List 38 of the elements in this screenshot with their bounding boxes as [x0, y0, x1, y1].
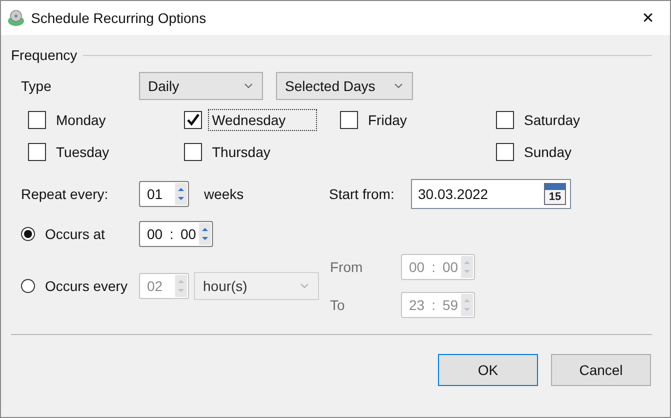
unit-label: weeks: [204, 186, 245, 202]
range-label: From: [330, 259, 364, 275]
type-dropdown[interactable]: Daily: [139, 72, 263, 100]
group-legend: Frequency: [11, 47, 78, 63]
radio-button[interactable]: [21, 227, 35, 241]
dialog-button[interactable]: OK: [438, 354, 538, 386]
close-button[interactable]: ✕: [626, 1, 670, 35]
window-title: Schedule Recurring Options: [31, 10, 208, 26]
start-label: Start from:: [329, 186, 396, 202]
chevron-down-icon: [394, 83, 403, 89]
checkbox[interactable]: [496, 110, 514, 128]
day-label: Thursday: [211, 142, 272, 162]
checkbox[interactable]: [496, 142, 514, 160]
chevron-down-icon: [300, 283, 309, 289]
checkbox[interactable]: [28, 110, 46, 128]
day-label: Wednesday: [208, 108, 317, 130]
dialog-button[interactable]: Cancel: [551, 354, 651, 386]
day-label: Monday: [55, 110, 107, 130]
repeat-spinner[interactable]: 01: [139, 181, 189, 207]
day-label: Saturday: [523, 110, 582, 130]
checkbox[interactable]: [28, 142, 46, 160]
day-label: Sunday: [523, 142, 572, 162]
day-label: Friday: [367, 110, 408, 130]
checkbox[interactable]: [340, 110, 358, 128]
occurs-at-label: Occurs at: [45, 226, 106, 242]
calendar-icon[interactable]: 15: [544, 183, 566, 205]
day-label: Tuesday: [55, 142, 110, 162]
mode-dropdown[interactable]: Selected Days: [276, 72, 413, 100]
app-icon: [7, 9, 25, 27]
checkbox[interactable]: [184, 110, 202, 128]
chevron-down-icon: [244, 83, 253, 89]
date-field[interactable]: 30.03.2022 15: [411, 179, 571, 209]
time-spinner[interactable]: 00 : 00: [139, 221, 213, 247]
range-label: To: [330, 297, 346, 313]
occurs-every-label: Occurs every: [45, 278, 128, 294]
type-label: Type: [20, 78, 52, 94]
checkbox[interactable]: [184, 142, 202, 160]
repeat-label: Repeat every:: [20, 186, 110, 202]
